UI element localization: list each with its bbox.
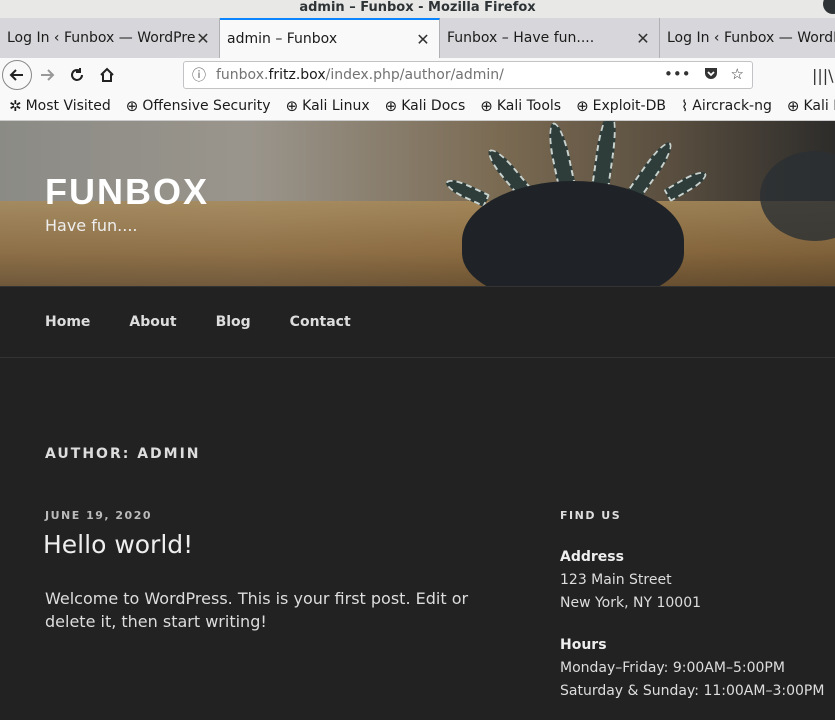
globe-icon: ⊕ (384, 97, 398, 115)
bookmark-offensive-security[interactable]: ⊕ Offensive Security (117, 97, 277, 115)
hours-line-1: Monday–Friday: 9:00AM–5:00PM (560, 660, 785, 676)
header-image-table (0, 201, 835, 286)
navigation-toolbar: ⓘ funbox.fritz.box/index.php/author/admi… (0, 58, 835, 92)
bookmark-label: Offensive Security (142, 98, 271, 114)
address-label: Address (560, 549, 624, 565)
info-icon[interactable]: ⓘ (192, 65, 206, 85)
bookmark-label: Kali Docs (401, 98, 466, 114)
widget-hours: Hours Monday–Friday: 9:00AM–5:00PM Satur… (560, 634, 830, 703)
tab-title: Funbox – Have fun.... (447, 30, 595, 46)
bookmark-star-icon[interactable]: ☆ (731, 65, 744, 85)
url-path: /index.php/author/admin/ (325, 67, 504, 83)
tab-login-2[interactable]: Log In ‹ Funbox — WordPress (660, 18, 835, 58)
widget-title: FIND US (560, 509, 622, 522)
bookmark-label: Aircrack-ng (692, 98, 772, 114)
arrow-left-icon (9, 69, 23, 81)
back-button[interactable] (2, 60, 32, 90)
globe-icon: ⊕ (480, 97, 493, 115)
post-date[interactable]: JUNE 19, 2020 (45, 509, 152, 522)
pocket-icon[interactable] (703, 65, 719, 85)
widget-address: Address 123 Main Street New York, NY 100… (560, 546, 830, 615)
archive-title: AUTHOR: ADMIN (45, 446, 201, 462)
bookmark-most-visited[interactable]: ✲ Most Visited (0, 97, 117, 115)
window-titlebar: admin – Funbox - Mozilla Firefox (0, 0, 835, 18)
home-icon (100, 67, 114, 82)
reload-icon (71, 68, 83, 81)
tab-close-icon[interactable]: ✕ (635, 29, 651, 48)
post-excerpt: Welcome to WordPress. This is your first… (45, 589, 469, 631)
forward-button[interactable] (32, 60, 62, 90)
site-title[interactable]: FUNBOX (45, 171, 209, 213)
tab-funbox-home[interactable]: Funbox – Have fun.... ✕ (440, 18, 660, 58)
tab-close-icon[interactable]: ✕ (195, 29, 211, 48)
bookmark-label: Most Visited (25, 98, 111, 114)
library-icon[interactable]: |||\ (812, 66, 834, 85)
aircrack-icon: ⌇ (680, 97, 689, 115)
tab-title: Log In ‹ Funbox — WordPress (7, 30, 195, 46)
hours-line-2: Saturday & Sunday: 11:00AM–3:00PM (560, 683, 825, 699)
tab-admin-funbox[interactable]: admin – Funbox ✕ (220, 18, 440, 58)
main-navigation: Home About Blog Contact (0, 286, 835, 358)
post-title[interactable]: Hello world! (43, 530, 193, 559)
url-text[interactable]: funbox.fritz.box/index.php/author/admin/ (216, 67, 664, 83)
plant-leaf (663, 167, 710, 203)
globe-icon: ⊕ (125, 97, 139, 115)
tab-title: admin – Funbox (227, 31, 338, 47)
nav-link-home[interactable]: Home (45, 314, 90, 330)
nav-link-blog[interactable]: Blog (216, 314, 251, 330)
hours-label: Hours (560, 637, 607, 653)
tab-bar: Log In ‹ Funbox — WordPress ✕ admin – Fu… (0, 18, 835, 58)
tab-login-1[interactable]: Log In ‹ Funbox — WordPress ✕ (0, 18, 220, 58)
site-tagline: Have fun.... (45, 216, 138, 235)
window-title: admin – Funbox - Mozilla Firefox (299, 0, 536, 15)
nav-link-contact[interactable]: Contact (290, 314, 351, 330)
globe-icon: ⊕ (285, 97, 299, 115)
tab-close-icon[interactable]: ✕ (415, 30, 431, 49)
address-line-1: 123 Main Street (560, 572, 672, 588)
bookmark-kali-linux[interactable]: ⊕ Kali Linux (277, 97, 376, 115)
bookmark-label: Kali Tools (496, 98, 562, 114)
bookmark-aircrack-ng[interactable]: ⌇ Aircrack-ng (672, 97, 778, 115)
bookmark-label: Kali Linux (302, 98, 370, 114)
arrow-right-icon (41, 69, 55, 81)
bookmark-label: Exploit-DB (592, 98, 666, 114)
gear-icon: ✲ (9, 97, 22, 115)
url-host: fritz.box (268, 67, 326, 83)
bookmark-kali-forums[interactable]: ⊕ Kali Fo (778, 97, 835, 115)
window-close-button[interactable] (823, 0, 835, 14)
bookmark-exploit-db[interactable]: ⊕ Exploit-DB (567, 97, 672, 115)
globe-icon: ⊕ (786, 97, 800, 115)
page-actions-icon[interactable]: ••• (664, 65, 691, 85)
home-button[interactable] (92, 60, 122, 90)
header-image: FUNBOX Have fun.... (0, 121, 835, 286)
bookmark-label: Kali Fo (803, 98, 835, 114)
tab-title: Log In ‹ Funbox — WordPress (667, 30, 835, 46)
bookmarks-toolbar: ✲ Most Visited ⊕ Offensive Security ⊕ Ka… (0, 92, 835, 121)
globe-icon: ⊕ (576, 97, 589, 115)
header-image-pot (462, 181, 684, 286)
bookmark-kali-docs[interactable]: ⊕ Kali Docs (376, 97, 472, 115)
bookmark-kali-tools[interactable]: ⊕ Kali Tools (471, 97, 567, 115)
url-bar[interactable]: ⓘ funbox.fritz.box/index.php/author/admi… (183, 61, 753, 89)
reload-button[interactable] (62, 60, 92, 90)
address-line-2: New York, NY 10001 (560, 595, 702, 611)
nav-link-about[interactable]: About (129, 314, 176, 330)
